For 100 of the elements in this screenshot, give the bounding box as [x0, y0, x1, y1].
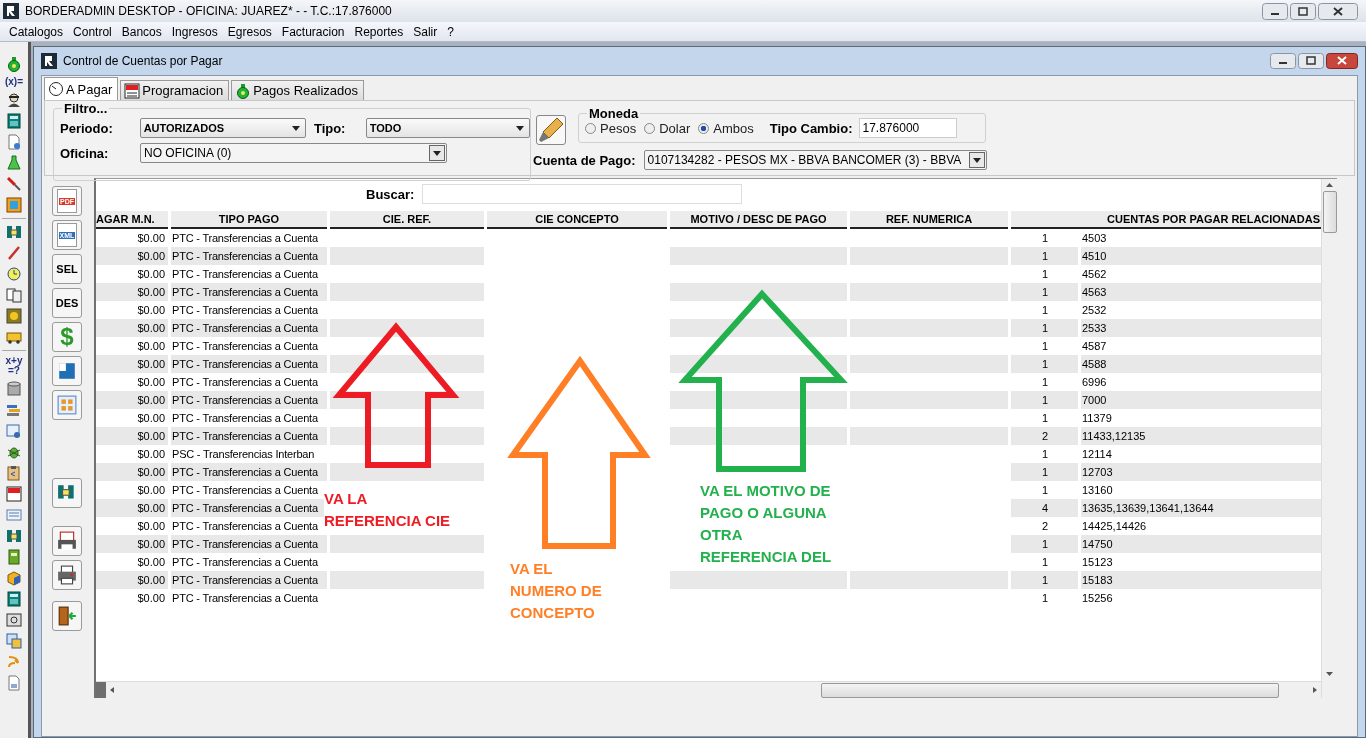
- table-cell: 1: [1011, 247, 1078, 265]
- table-cell: 1: [1011, 355, 1078, 373]
- database-icon[interactable]: [6, 381, 22, 397]
- menu-item[interactable]: ?: [442, 24, 459, 39]
- period-dropdown[interactable]: AUTORIZADOS: [139, 118, 306, 138]
- calculator-icon[interactable]: [6, 591, 22, 607]
- binder-button[interactable]: [52, 478, 82, 508]
- group-title: Moneda: [587, 106, 641, 121]
- close-icon[interactable]: [1326, 53, 1358, 69]
- minimize-icon[interactable]: [1270, 53, 1296, 69]
- money-bag-icon[interactable]: [6, 56, 22, 72]
- menu-item[interactable]: Control: [68, 24, 117, 39]
- menu-item[interactable]: Bancos: [116, 24, 167, 39]
- column-header[interactable]: MOTIVO / DESC DE PAGO: [670, 211, 847, 229]
- maximize-icon[interactable]: [1298, 53, 1324, 69]
- tab[interactable]: Programacion: [120, 80, 230, 100]
- scroll-thumb[interactable]: [821, 682, 1279, 698]
- binder-icon[interactable]: [6, 528, 22, 544]
- table-cell: PTC - Transferencias a Cuenta: [171, 427, 327, 445]
- binder-icon[interactable]: [6, 224, 22, 240]
- menu-item[interactable]: Egresos: [222, 24, 277, 39]
- table-cell: 11433,12135: [1081, 427, 1322, 445]
- safe-icon[interactable]: [6, 612, 22, 628]
- table-cell: 2533: [1081, 319, 1322, 337]
- calculator-icon[interactable]: [6, 113, 22, 129]
- table-cell: PTC - Transferencias a Cuenta: [171, 499, 327, 517]
- report-button[interactable]: [52, 526, 82, 556]
- toolbar-button[interactable]: DES: [52, 288, 82, 318]
- table-cell: PTC - Transferencias a Cuenta: [171, 283, 327, 301]
- notebook-icon[interactable]: [6, 549, 22, 565]
- thermometer-icon[interactable]: [6, 245, 22, 261]
- clipboard-icon[interactable]: [6, 465, 22, 481]
- minimize-icon[interactable]: [1262, 2, 1288, 20]
- formula-icon[interactable]: (x)=: [4, 77, 24, 87]
- app-logo-icon: [3, 3, 19, 19]
- books-icon[interactable]: [6, 287, 22, 303]
- radio-option[interactable]: Dolar: [644, 120, 691, 136]
- maximize-icon[interactable]: [1290, 2, 1316, 20]
- table-cell-text: 15123: [1081, 555, 1114, 570]
- menu-item[interactable]: Ingresos: [166, 24, 223, 39]
- account-dropdown[interactable]: 0107134282 - PESOS MX - BBVA BANCOMER (3) - BBVA: [643, 150, 987, 170]
- column-header[interactable]: TIPO PAGO: [171, 211, 327, 229]
- bug-icon[interactable]: [6, 444, 22, 460]
- grid-button[interactable]: [52, 390, 82, 420]
- layout-icon: [57, 361, 77, 381]
- column-header[interactable]: CUENTAS POR PAGAR RELACIONADAS: [1011, 211, 1322, 229]
- cube-icon[interactable]: [6, 570, 22, 586]
- table-cell-text: 1: [1040, 303, 1050, 318]
- calendar-icon[interactable]: [6, 486, 22, 502]
- column-header[interactable]: CIE. REF.: [330, 211, 484, 229]
- window-title: Control de Cuentas por Pagar: [63, 54, 223, 68]
- tab[interactable]: A Pagar: [44, 77, 119, 100]
- table-cell: 1: [1011, 571, 1078, 589]
- table-cell-text: 1: [1040, 555, 1050, 570]
- type-dropdown[interactable]: TODO: [365, 118, 530, 138]
- menu-item[interactable]: Salir: [408, 24, 443, 39]
- table-cell: PTC - Transferencias a Cuenta: [171, 535, 327, 553]
- search-field[interactable]: [422, 184, 743, 204]
- exchange-rate-field[interactable]: 17.876000: [858, 118, 957, 138]
- menu-item[interactable]: Catalogos: [4, 24, 69, 39]
- table-cell-text: 4587: [1081, 339, 1108, 354]
- alarm-clock-icon[interactable]: [6, 266, 22, 282]
- clock-icon[interactable]: [6, 308, 22, 324]
- formula-icon[interactable]: x+y =?: [5, 356, 23, 376]
- printer-button[interactable]: [52, 560, 82, 590]
- toolbar-button[interactable]: SEL: [52, 254, 82, 284]
- bus-icon[interactable]: [6, 329, 22, 345]
- close-icon[interactable]: [1318, 2, 1358, 20]
- table-cell-text: 12114: [1081, 447, 1113, 462]
- exit-button[interactable]: [52, 601, 82, 631]
- table-cell: 4563: [1081, 283, 1322, 301]
- document-icon[interactable]: [6, 675, 22, 691]
- spy-icon[interactable]: [6, 92, 22, 108]
- window-gear-icon[interactable]: [6, 423, 22, 439]
- tab[interactable]: Pagos Realizados: [231, 80, 364, 100]
- pen-button[interactable]: [536, 115, 566, 145]
- report-printer-icon: [57, 531, 77, 551]
- table-cell: PTC - Transferencias a Cuenta: [171, 463, 327, 481]
- table-cell: 7000: [1081, 391, 1322, 409]
- office-dropdown[interactable]: NO OFICINA (0): [140, 143, 447, 163]
- field-label: Oficina:: [60, 145, 110, 161]
- document-gear-icon[interactable]: [6, 134, 22, 150]
- layout-button[interactable]: [52, 356, 82, 386]
- column-header[interactable]: CIE CONCEPTO: [487, 211, 667, 229]
- windows-icon[interactable]: [6, 633, 22, 649]
- table-cell: PTC - Transferencias a Cuenta: [171, 319, 327, 337]
- screwdriver-icon[interactable]: [6, 176, 22, 192]
- scroll-thumb[interactable]: [1322, 191, 1337, 233]
- table-cell-text: 1: [1040, 411, 1050, 426]
- grid-icon: [57, 395, 77, 415]
- radio-option[interactable]: Ambos: [698, 120, 754, 136]
- column-header[interactable]: AGAR M.N.: [96, 211, 168, 229]
- menu-item[interactable]: Reportes: [349, 24, 409, 39]
- menu-item[interactable]: Facturacion: [276, 24, 350, 39]
- column-header[interactable]: REF. NUMERICA: [850, 211, 1008, 229]
- stack-icon[interactable]: [6, 402, 22, 418]
- flask-icon[interactable]: [6, 155, 22, 171]
- field-label: Periodo:: [60, 120, 114, 136]
- radio-option[interactable]: Pesos: [585, 120, 637, 136]
- horizontal-scrollbar[interactable]: [96, 681, 1321, 698]
